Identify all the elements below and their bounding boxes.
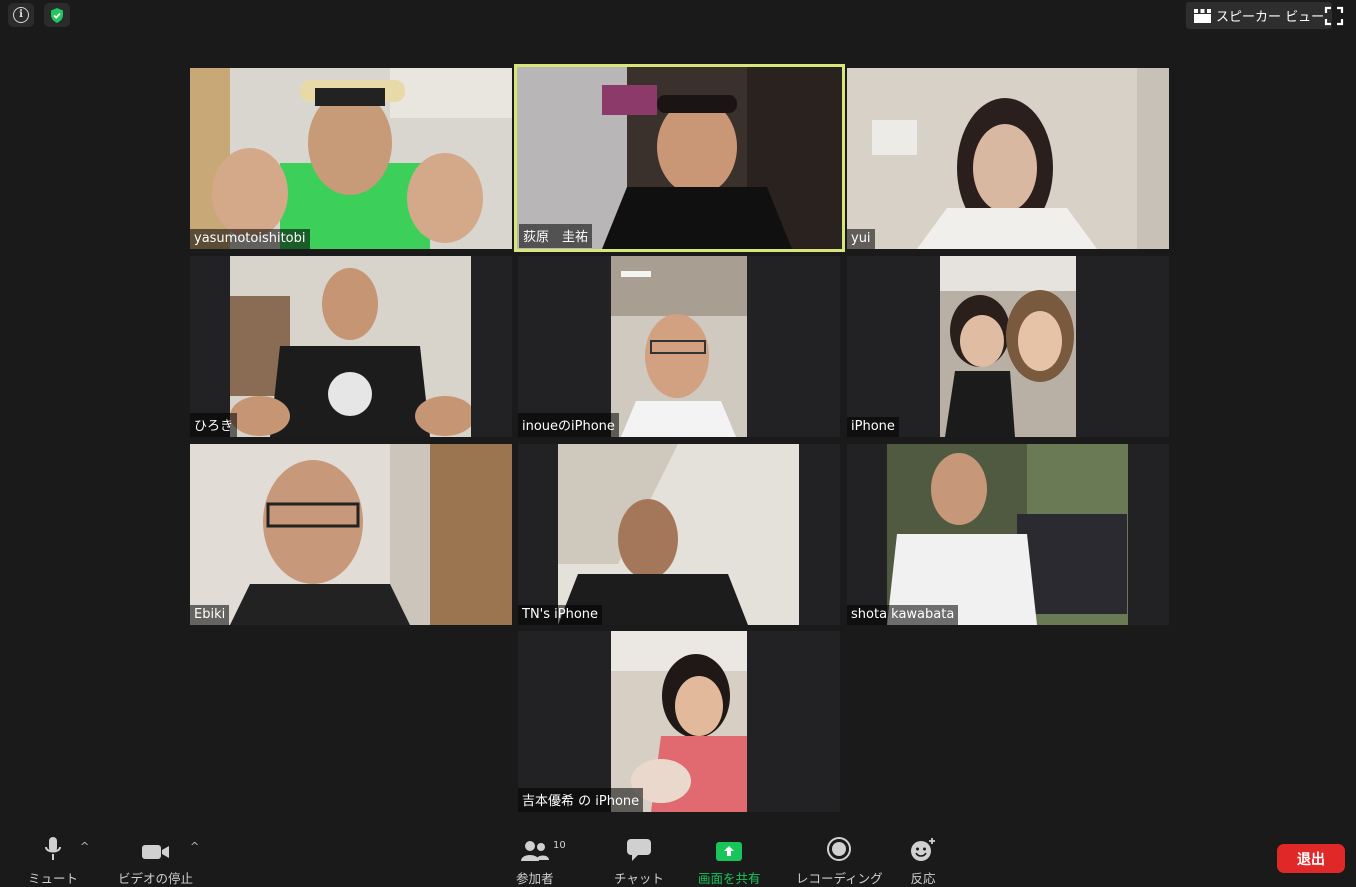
mute-button[interactable]: ミュート bbox=[28, 834, 78, 887]
participant-name: 吉本優希 の iPhone bbox=[518, 788, 644, 812]
video-tile[interactable]: shota kawabata bbox=[847, 444, 1169, 625]
chat-label: チャット bbox=[614, 871, 664, 886]
video-label: ビデオの停止 bbox=[118, 871, 194, 886]
video-tile[interactable]: iPhone bbox=[847, 256, 1169, 437]
video-feed bbox=[190, 444, 512, 625]
video-camera-icon bbox=[141, 845, 169, 859]
participant-name: yui bbox=[847, 229, 875, 249]
video-feed bbox=[558, 444, 799, 625]
video-feed bbox=[611, 631, 747, 812]
participant-name: ひろき bbox=[190, 413, 238, 437]
security-button[interactable] bbox=[44, 3, 70, 27]
video-tile[interactable]: inoueのiPhone bbox=[518, 256, 840, 437]
video-tile[interactable]: Ebiki bbox=[190, 444, 512, 625]
reactions-label: 反応 bbox=[910, 871, 936, 886]
participants-label: 参加者 bbox=[516, 871, 554, 886]
share-label: 画面を共有 bbox=[698, 871, 761, 886]
participants-count: 10 bbox=[553, 840, 566, 851]
video-feed bbox=[887, 444, 1128, 625]
video-feed bbox=[611, 256, 747, 437]
emoji-plus-icon bbox=[911, 838, 935, 861]
audio-options-caret[interactable]: ^ bbox=[80, 840, 89, 853]
share-screen-button[interactable]: 画面を共有 bbox=[698, 834, 761, 887]
participant-name: iPhone bbox=[847, 417, 899, 437]
fullscreen-icon[interactable] bbox=[1324, 6, 1344, 26]
microphone-icon bbox=[45, 837, 61, 860]
record-icon bbox=[827, 837, 852, 861]
meeting-toolbar: ミュート ^ ビデオの停止 ^ 参加者 10 チャット 画面を共有 レコーディン… bbox=[0, 826, 1356, 886]
speaker-view-toggle[interactable]: スピーカー ビュー bbox=[1186, 2, 1333, 29]
video-tile[interactable]: TN's iPhone bbox=[518, 444, 840, 625]
stop-video-button[interactable]: ビデオの停止 bbox=[118, 834, 193, 887]
view-toggle-label: スピーカー ビュー bbox=[1216, 10, 1325, 25]
video-feed bbox=[230, 256, 471, 437]
chat-bubble-icon bbox=[626, 839, 651, 861]
participants-button[interactable]: 参加者 bbox=[516, 834, 554, 887]
participant-name: yasumotoishitobi bbox=[190, 229, 310, 249]
video-feed bbox=[190, 68, 512, 249]
leave-meeting-button[interactable]: 退出 bbox=[1277, 844, 1345, 873]
video-options-caret[interactable]: ^ bbox=[190, 840, 199, 853]
share-screen-icon bbox=[716, 842, 743, 861]
chat-button[interactable]: チャット bbox=[614, 834, 664, 887]
shield-check-icon bbox=[51, 7, 63, 23]
mute-label: ミュート bbox=[28, 871, 79, 886]
video-feed bbox=[517, 67, 842, 249]
participant-name: TN's iPhone bbox=[518, 605, 603, 625]
participant-name: shota kawabata bbox=[847, 605, 959, 625]
participants-icon bbox=[520, 841, 549, 861]
video-feed bbox=[940, 256, 1076, 437]
video-feed bbox=[847, 68, 1169, 249]
info-icon: i bbox=[13, 7, 29, 23]
meeting-info-button[interactable]: i bbox=[8, 3, 34, 27]
participant-name: Ebiki bbox=[190, 605, 230, 625]
top-left-controls: i bbox=[8, 3, 70, 27]
reactions-button[interactable]: 反応 bbox=[909, 834, 937, 887]
video-tile[interactable]: yasumotoishitobi bbox=[190, 68, 512, 249]
participant-name: inoueのiPhone bbox=[518, 413, 619, 437]
speaker-view-icon bbox=[1194, 8, 1211, 23]
participant-name: 荻原 圭祐 bbox=[519, 224, 593, 248]
video-tile-active-speaker[interactable]: 荻原 圭祐 bbox=[514, 64, 845, 252]
video-tile[interactable]: yui bbox=[847, 68, 1169, 249]
video-tile[interactable]: ひろき bbox=[190, 256, 512, 437]
record-label: レコーディング bbox=[796, 871, 883, 886]
video-tile[interactable]: 吉本優希 の iPhone bbox=[518, 631, 840, 812]
record-button[interactable]: レコーディング bbox=[796, 834, 883, 887]
